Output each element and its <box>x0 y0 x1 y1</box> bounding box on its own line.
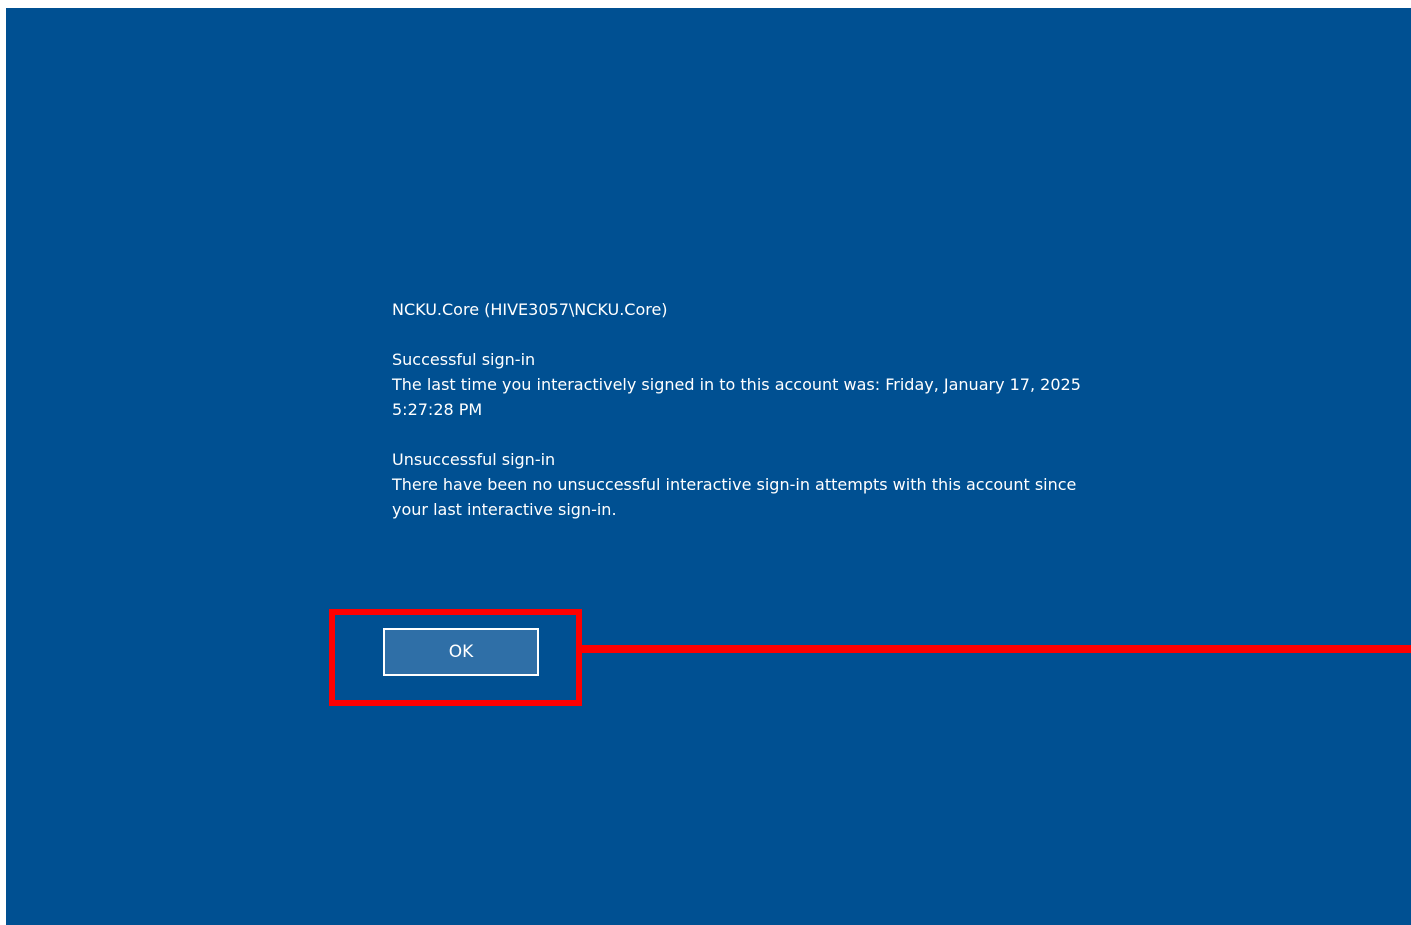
unsuccessful-sign-in-heading: Unsuccessful sign-in <box>392 450 556 469</box>
unsuccessful-sign-in-detail-continued: your last interactive sign-in. <box>392 500 617 519</box>
sign-in-info-screen: NCKU.Core (HIVE3057\NCKU.Core) Successfu… <box>6 8 1411 925</box>
annotation-highlight-box <box>329 609 582 706</box>
annotation-pointer-line <box>580 645 1411 653</box>
sign-in-message: NCKU.Core (HIVE3057\NCKU.Core) Successfu… <box>392 297 1132 522</box>
successful-sign-in-heading: Successful sign-in <box>392 350 536 369</box>
account-line: NCKU.Core (HIVE3057\NCKU.Core) <box>392 300 668 319</box>
successful-sign-in-time: 5:27:28 PM <box>392 400 483 419</box>
unsuccessful-sign-in-detail: There have been no unsuccessful interact… <box>392 475 1077 494</box>
successful-sign-in-detail: The last time you interactively signed i… <box>392 375 1081 394</box>
